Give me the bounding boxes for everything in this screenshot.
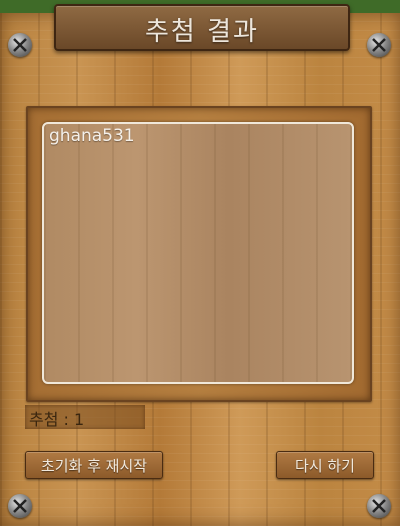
draw-again-button[interactable]: 다시 하기 [276,451,374,479]
screw-icon [8,494,32,518]
screw-icon [8,33,32,57]
draw-count-label: 추첨 : 1 [29,410,85,429]
reset-restart-button[interactable]: 초기화 후 재시작 [25,451,163,479]
draw-count-box: 추첨 : 1 [25,405,145,429]
winner-item: ghana531 [49,126,135,146]
screw-icon [367,33,391,57]
screw-icon [367,494,391,518]
title-plate: 추첨 결과 [54,4,350,51]
page-title: 추첨 결과 [145,17,259,47]
result-list[interactable]: ghana531 [42,122,354,384]
